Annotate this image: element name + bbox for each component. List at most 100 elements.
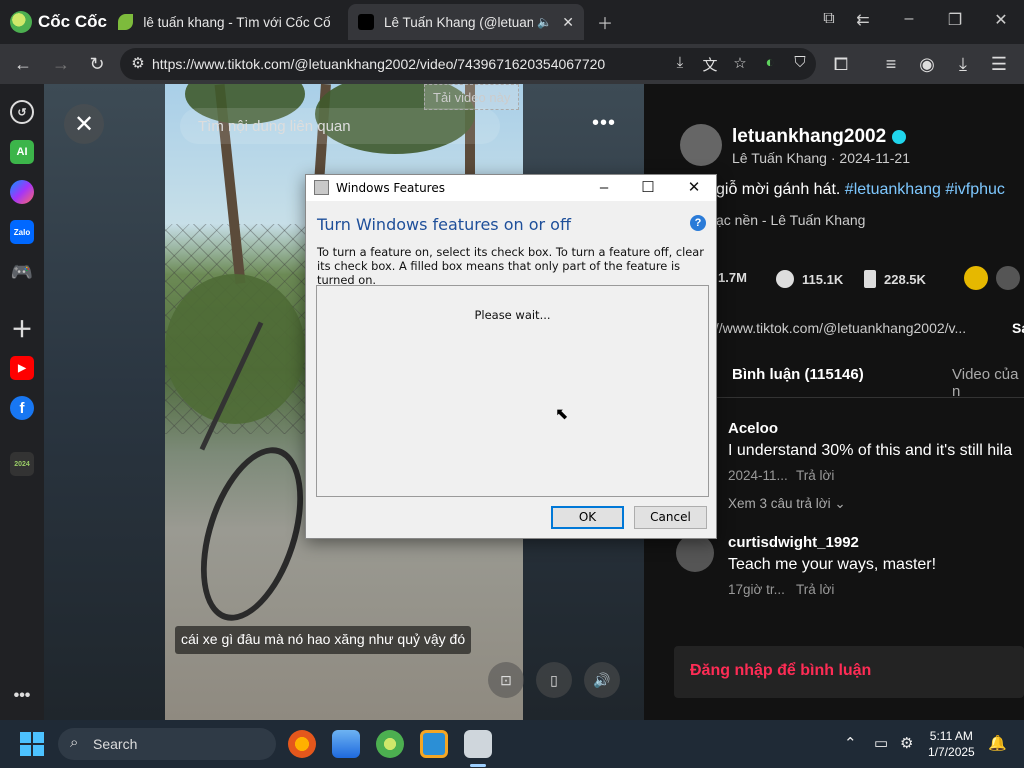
install-app-icon[interactable]: ⤓ [670, 54, 690, 71]
dialog-heading: Turn Windows features on or off [317, 215, 571, 234]
start-icon[interactable] [20, 732, 44, 756]
new-tab-icon[interactable]: ＋ [590, 10, 620, 34]
caption-hashtags[interactable]: #letuankhang #ivfphuc [845, 181, 1005, 198]
dialog-title-bar[interactable]: Windows Features – ☐ ✕ [306, 175, 716, 201]
coccoc-logo[interactable]: Cốc Cốc [10, 10, 107, 34]
media-icon[interactable]: ≡ [878, 52, 904, 76]
reply-button[interactable]: Trả lời [796, 468, 834, 483]
coccoc-taskbar-icon[interactable] [376, 730, 404, 758]
post-link[interactable]: s://www.tiktok.com/@letuankhang2002/v... [704, 320, 966, 336]
profile-icon[interactable]: ◉ [914, 52, 940, 76]
back-icon[interactable]: ← [10, 52, 36, 76]
username-text: letuankhang2002 [732, 126, 887, 147]
download-icon[interactable]: ⤓ [950, 52, 976, 76]
comment-text: Teach me your ways, master! [728, 556, 937, 573]
messenger-icon[interactable] [10, 180, 34, 204]
more-icon[interactable]: ••• [10, 684, 34, 708]
close-tab-icon[interactable]: ✕ [562, 14, 574, 31]
embed-icon[interactable] [996, 266, 1020, 290]
features-list[interactable]: Please wait... ⬉ [316, 285, 709, 497]
close-video-icon[interactable]: ✕ [64, 104, 104, 144]
history-icon[interactable]: ↺ [10, 100, 34, 124]
comment-date: 17giờ tr... [728, 582, 785, 597]
coccoc-leaf-icon [118, 14, 134, 30]
minimize-icon[interactable]: – [894, 10, 924, 28]
chevron-down-icon: ⌄ [834, 496, 846, 511]
help-icon[interactable]: ? [690, 215, 706, 231]
download-video-button[interactable]: Tải video này [424, 84, 520, 110]
tab-tiktok[interactable]: Lê Tuấn Khang (@letuanl 🔈 ✕ [348, 4, 584, 40]
more-options-icon[interactable]: ••• [592, 112, 616, 135]
chevron-up-icon[interactable]: ⌃ [844, 734, 857, 752]
add-panel-icon[interactable]: ＋ [10, 316, 34, 342]
like-count[interactable]: 1.7M [718, 270, 747, 285]
username[interactable]: letuankhang2002 [732, 126, 907, 148]
tab-search-icon[interactable]: ⇇ [848, 10, 878, 30]
clock-time: 5:11 AM [929, 729, 973, 743]
translate-icon[interactable]: 文 [700, 54, 720, 75]
cancel-button[interactable]: Cancel [634, 506, 707, 529]
windows-features-dialog: Windows Features – ☐ ✕ Turn Windows feat… [305, 174, 717, 539]
tab-creator-videos[interactable]: Video của n [952, 366, 1024, 400]
address-toolbar: ← → ↻ ⚙ https://www.tiktok.com/@letuankh… [0, 44, 1024, 84]
photos-icon[interactable] [332, 730, 360, 758]
related-search-input[interactable]: Tìm nội dung liên quan [180, 108, 500, 144]
ai-icon[interactable]: AI [10, 140, 34, 164]
games-icon[interactable]: 🎮 [10, 260, 34, 284]
share-icon[interactable] [964, 266, 988, 290]
login-to-comment-bar[interactable]: Đăng nhập để bình luận [674, 646, 1024, 698]
forward-icon[interactable]: → [48, 52, 74, 76]
url-field[interactable]: ⚙ https://www.tiktok.com/@letuankhang200… [120, 48, 816, 80]
comment-count[interactable]: 115.1K [776, 270, 843, 288]
avatar[interactable] [680, 124, 722, 166]
search-placeholder: Tìm nội dung liên quan [198, 118, 351, 135]
comment-date: 2024-11... [728, 468, 788, 483]
windows-features-taskbar-icon[interactable] [464, 730, 492, 758]
mouse-cursor-icon: ⬉ [555, 406, 569, 423]
network-icon[interactable]: ▭ [874, 734, 888, 752]
restore-icon[interactable]: ❐ [940, 10, 970, 30]
comment-text: I understand 30% of this and it's still … [728, 442, 1013, 459]
tab-search[interactable]: lê tuấn khang - Tìm với Cốc Cốc [108, 4, 340, 40]
browser-tab-strip: Cốc Cốc lê tuấn khang - Tìm với Cốc Cốc … [0, 0, 1024, 44]
firefox-icon[interactable] [288, 730, 316, 758]
music-info[interactable]: ạc nền - Lê Tuấn Khang [716, 212, 865, 228]
extensions-icon[interactable]: ⧠ [828, 52, 854, 76]
reply-button[interactable]: Trả lời [796, 582, 834, 597]
site-info-icon[interactable]: ⚙ [128, 54, 148, 72]
notification-bell-icon[interactable]: 🔔 [988, 734, 1007, 752]
taskbar-search[interactable]: ⌕ Search [58, 728, 276, 760]
close-window-icon[interactable]: ✕ [986, 10, 1016, 30]
dark-mode-icon[interactable]: ◐ [760, 54, 780, 71]
view-replies-button[interactable]: Xem 3 câu trả lời ⌄ [728, 496, 846, 512]
facebook-icon[interactable]: f [10, 396, 34, 420]
close-icon[interactable]: ✕ [678, 177, 710, 199]
coccoc-2024-icon[interactable]: 2024 [10, 452, 34, 476]
youtube-icon[interactable]: ▶ [10, 356, 34, 380]
comment-author[interactable]: curtisdwight_1992 [728, 534, 859, 551]
minimize-icon[interactable]: – [588, 177, 620, 199]
ok-button[interactable]: OK [551, 506, 624, 529]
maximize-icon[interactable]: ☐ [632, 177, 664, 199]
reload-icon[interactable]: ↻ [84, 52, 110, 76]
comment-author[interactable]: Aceloo [728, 420, 778, 437]
avatar[interactable] [676, 534, 714, 572]
pip-icon[interactable]: ▯ [536, 662, 572, 698]
zalo-label: Zalo [13, 227, 31, 237]
zalo-icon[interactable]: Zalo [10, 220, 34, 244]
shield-icon[interactable]: ⛉ [790, 54, 810, 71]
save-count[interactable]: 228.5K [864, 270, 926, 288]
volume-icon[interactable]: 🔊 [584, 662, 620, 698]
captions-icon[interactable]: ⊡ [488, 662, 524, 698]
bookmark-star-icon[interactable]: ☆ [730, 54, 750, 72]
likes-value: 1.7M [718, 270, 747, 285]
verified-icon [892, 129, 907, 144]
speaker-icon[interactable]: 🔈 [537, 15, 552, 29]
screenshot-icon[interactable]: ⧉ [814, 10, 844, 28]
virtualbox-icon[interactable] [420, 730, 448, 758]
copy-link-label[interactable]: Sa [1012, 320, 1024, 336]
system-clock[interactable]: 5:11 AM 1/7/2025 [928, 728, 975, 760]
tab-comments[interactable]: Bình luận (115146) [732, 366, 864, 383]
settings-tray-icon[interactable]: ⚙ [900, 734, 913, 752]
menu-icon[interactable]: ☰ [986, 52, 1012, 76]
